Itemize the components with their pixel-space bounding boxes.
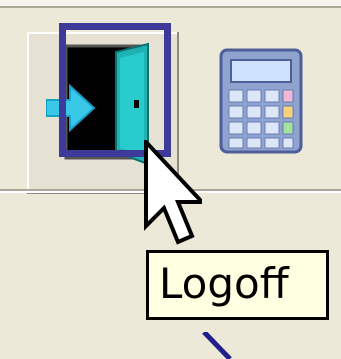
callout-pointer-line	[202, 332, 232, 359]
focus-highlight-box	[59, 23, 171, 157]
logoff-tooltip: Logoff	[146, 250, 329, 320]
calculator-icon[interactable]	[215, 46, 307, 156]
mouse-cursor-icon	[144, 140, 202, 245]
